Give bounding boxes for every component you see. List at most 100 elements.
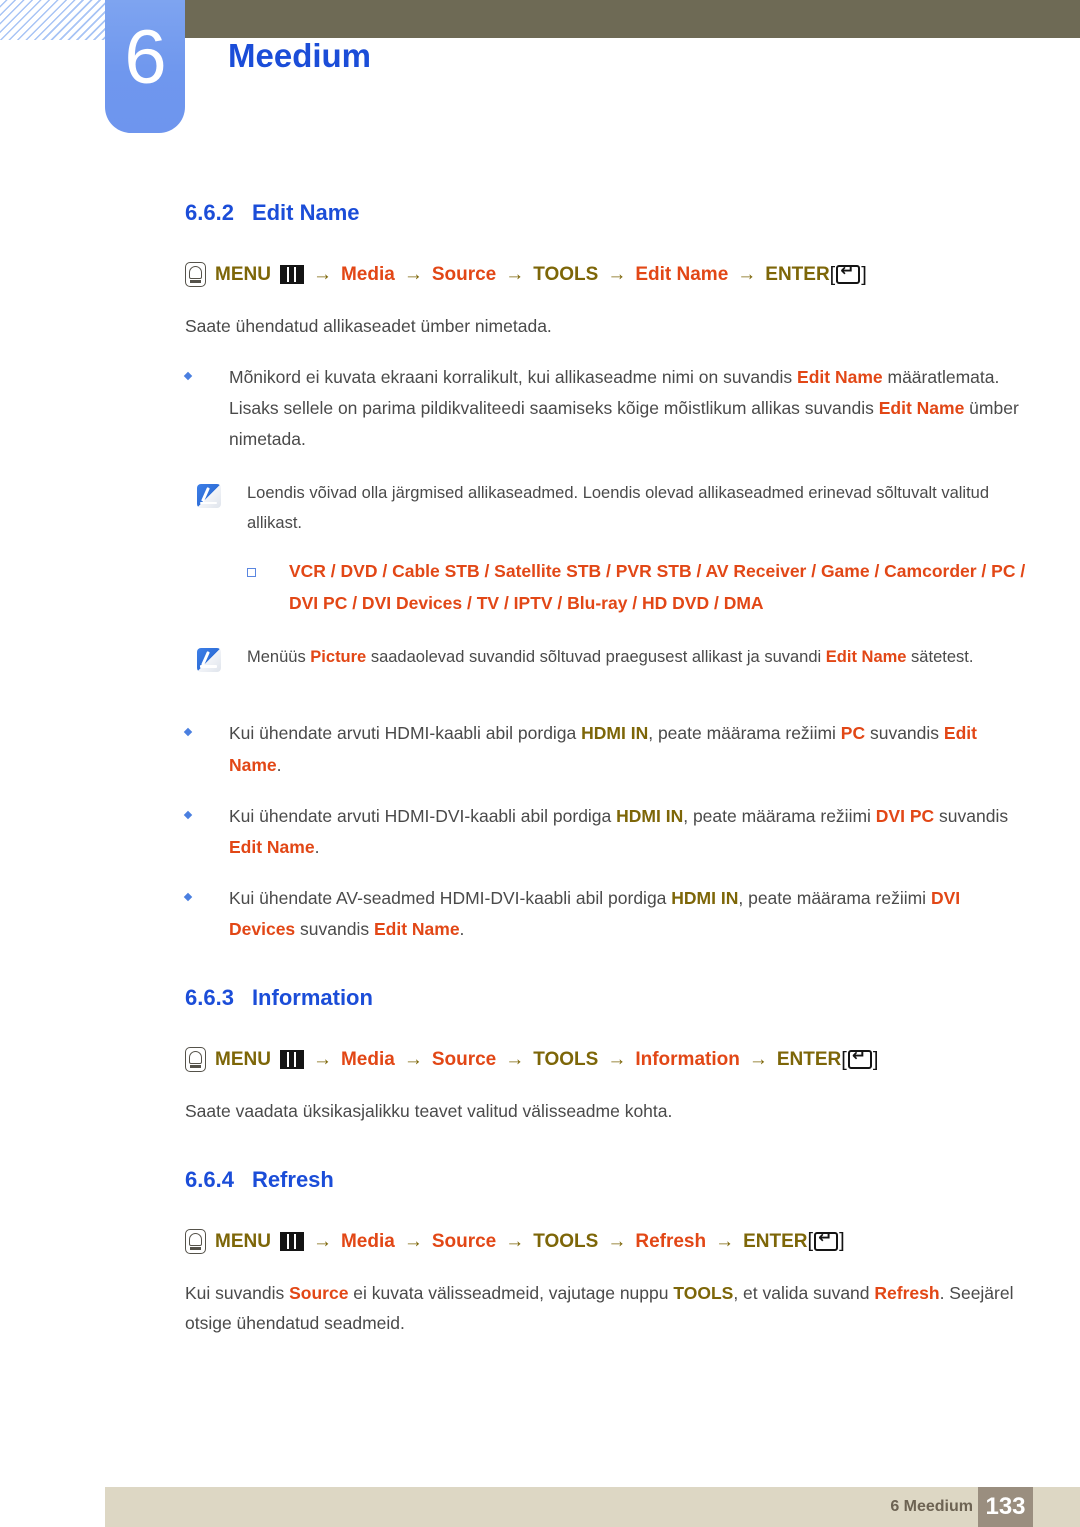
menu-grid-icon xyxy=(279,1231,304,1251)
section-title: Information xyxy=(251,985,373,1011)
nav-enter-label[interactable]: ENTER xyxy=(777,1050,841,1069)
note-text: Menüüs Picture saadaolevad suvandid sõlt… xyxy=(247,643,1007,673)
bullet-text: Kui ühendate AV-seadmed HDMI-DVI-kaabli … xyxy=(229,883,1030,945)
text-run: . xyxy=(276,754,282,775)
section-intro-information: Saate vaadata üksikasjalikku teavet vali… xyxy=(185,1101,673,1122)
bracket-close: ] xyxy=(872,1048,879,1071)
bullet-item: Kui ühendate AV-seadmed HDMI-DVI-kaabli … xyxy=(185,883,1030,945)
section-heading-information: 6.6.3 Information xyxy=(185,985,1030,1011)
footer-page-number: 133 xyxy=(978,1487,1033,1527)
bullet-item: Mõnikord ei kuvata ekraani korralikult, … xyxy=(185,362,1030,455)
nav-arrow: → xyxy=(312,1230,332,1252)
text-run: suvandis xyxy=(934,805,1009,826)
section-heading-edit-name: 6.6.2 Edit Name xyxy=(185,200,1030,226)
nav-item-information[interactable]: Information xyxy=(635,1050,740,1069)
nav-arrow: → xyxy=(505,1230,525,1252)
text-run: Menüüs xyxy=(247,647,311,666)
text-run: Mõnikord ei kuvata ekraani korralikult, … xyxy=(229,366,798,387)
chapter-title: Meedium xyxy=(228,37,372,74)
emphasis-term: Edit Name xyxy=(825,647,907,666)
nav-item-source[interactable]: Source xyxy=(432,1232,496,1251)
nav-item-source[interactable]: Source xyxy=(432,1050,496,1069)
nav-menu-label[interactable]: MENU xyxy=(215,265,271,284)
bracket-close: ] xyxy=(839,1230,845,1253)
nav-arrow: → xyxy=(403,1049,423,1071)
bullet-marker-icon xyxy=(185,883,229,945)
bullet-marker-icon xyxy=(185,718,229,780)
bullet-text: Kui ühendate arvuti HDMI-DVI-kaabli abil… xyxy=(229,801,1030,863)
nav-arrow: → xyxy=(607,264,627,285)
note-text: Loendis võivad olla järgmised allikasead… xyxy=(247,484,990,532)
decorative-hatch-pattern xyxy=(0,0,112,40)
nav-item-media[interactable]: Media xyxy=(341,265,395,284)
text-run: . xyxy=(314,836,320,857)
remote-button-icon xyxy=(185,1228,206,1254)
device-list-text: VCR / DVD / Cable STB / Satellite STB / … xyxy=(289,561,1026,613)
remote-button-icon xyxy=(185,262,206,287)
emphasis-term: HDMI IN xyxy=(616,805,684,826)
text-run: Kui ühendate AV-seadmed HDMI-DVI-kaabli … xyxy=(229,887,672,908)
text-run: , peate määrama režiimi xyxy=(648,723,841,744)
sub-bullet-device-list: VCR / DVD / Cable STB / Satellite STB / … xyxy=(247,556,1030,618)
nav-item-tools[interactable]: TOOLS xyxy=(533,1050,598,1069)
note-block-picture-menu: Menüüs Picture saadaolevad suvandid sõlt… xyxy=(197,643,1030,673)
nav-arrow: → xyxy=(403,264,423,285)
nav-arrow: → xyxy=(748,1049,768,1071)
nav-path-edit-name: MENU → Media → Source → TOOLS → Edit Nam… xyxy=(185,262,1030,287)
nav-arrow: → xyxy=(505,264,525,285)
text-run: Kui ühendate arvuti HDMI-kaabli abil por… xyxy=(229,723,582,744)
section-number: 6.6.2 xyxy=(185,200,234,225)
bracket-open: [ xyxy=(841,1048,847,1071)
nav-enter-label[interactable]: ENTER xyxy=(743,1232,807,1251)
bracket-close: ] xyxy=(861,263,867,286)
text-run: Kui suvandis xyxy=(185,1282,290,1303)
text-run: , et valida suvand xyxy=(733,1282,875,1303)
menu-grid-icon xyxy=(279,265,304,284)
menu-grid-icon xyxy=(279,1050,304,1070)
text-run: suvandis xyxy=(865,723,944,744)
nav-arrow: → xyxy=(505,1049,525,1071)
emphasis-term: Picture xyxy=(310,647,367,666)
page-content: 6.6.2 Edit Name MENU → Media → Source → T… xyxy=(185,200,1030,1339)
nav-enter-label[interactable]: ENTER xyxy=(765,265,829,284)
text-run: . xyxy=(459,919,465,940)
section-number: 6.6.3 xyxy=(185,985,234,1011)
section-title: Edit Name xyxy=(251,200,360,225)
nav-item-media[interactable]: Media xyxy=(341,1232,395,1251)
emphasis-term: Source xyxy=(289,1282,349,1303)
emphasis-term: HDMI IN xyxy=(671,887,739,908)
nav-item-tools[interactable]: TOOLS xyxy=(533,1232,598,1251)
nav-path-information: MENU → Media → Source → TOOLS → Informat… xyxy=(185,1047,1030,1073)
nav-item-media[interactable]: Media xyxy=(341,1050,395,1069)
note-pencil-icon xyxy=(197,484,221,509)
nav-menu-label[interactable]: MENU xyxy=(215,1232,271,1251)
enter-key-icon xyxy=(814,1229,839,1251)
emphasis-term: Edit Name xyxy=(229,836,315,857)
emphasis-term: Refresh xyxy=(874,1282,940,1303)
nav-item-tools[interactable]: TOOLS xyxy=(533,265,598,284)
remote-button-icon xyxy=(185,1047,206,1073)
section-title: Refresh xyxy=(251,1166,334,1192)
text-run: , peate määrama režiimi xyxy=(738,887,931,908)
footer-chapter-label: 6 Meedium xyxy=(890,1498,973,1515)
nav-arrow: → xyxy=(607,1230,627,1252)
bullet-marker-icon xyxy=(185,801,229,863)
bullet-text: Mõnikord ei kuvata ekraani korralikult, … xyxy=(229,362,1030,455)
nav-item-refresh[interactable]: Refresh xyxy=(635,1232,706,1251)
emphasis-term: TOOLS xyxy=(673,1282,734,1303)
text-run: Kui ühendate arvuti HDMI-DVI-kaabli abil… xyxy=(229,805,617,826)
section-number: 6.6.4 xyxy=(185,1166,234,1192)
bracket-open: [ xyxy=(807,1230,814,1253)
emphasis-term: Edit Name xyxy=(878,397,965,418)
nav-menu-label[interactable]: MENU xyxy=(215,1050,271,1069)
bullet-marker-icon xyxy=(185,362,229,455)
bracket-open: [ xyxy=(829,263,836,286)
nav-item-edit-name[interactable]: Edit Name xyxy=(635,265,728,284)
emphasis-term: HDMI IN xyxy=(581,723,649,744)
enter-key-icon xyxy=(836,262,861,284)
nav-arrow: → xyxy=(607,1049,627,1071)
nav-item-source[interactable]: Source xyxy=(432,265,496,284)
chapter-number-badge: 6 xyxy=(105,0,185,133)
note-pencil-icon xyxy=(197,647,221,672)
